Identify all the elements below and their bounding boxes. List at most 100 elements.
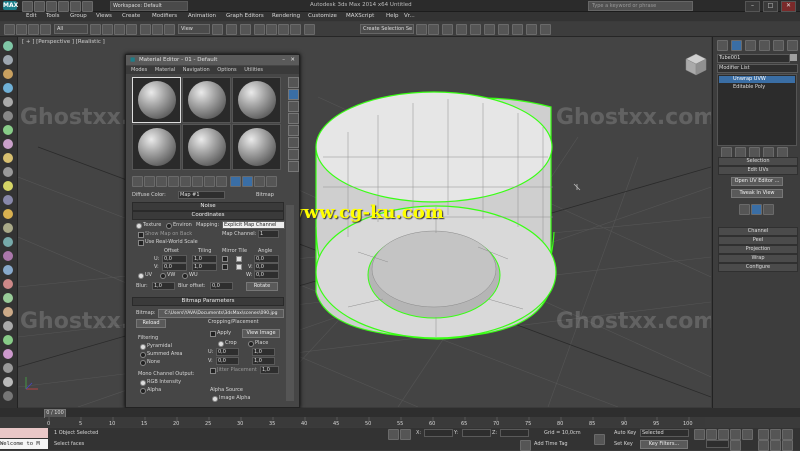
bitmap-path-button[interactable]: C:\Users\YAVA\Documents\3dsMax\scenes\09… bbox=[158, 309, 284, 318]
texture-radio[interactable] bbox=[136, 223, 142, 229]
rendered-frame-icon[interactable] bbox=[526, 24, 537, 35]
auto-key-button[interactable]: Auto Key bbox=[614, 430, 636, 436]
unlink-icon[interactable] bbox=[40, 24, 51, 35]
select-by-material-icon[interactable] bbox=[288, 161, 299, 172]
vw-radio[interactable] bbox=[160, 273, 166, 279]
maxscript-listener-output[interactable]: Welcome to M bbox=[0, 439, 48, 449]
object-name-field[interactable]: Tube001 bbox=[717, 54, 790, 63]
me-menu-modes[interactable]: Modes bbox=[131, 67, 147, 73]
open-uv-editor-button[interactable]: Open UV Editor ... bbox=[731, 177, 783, 186]
motion-tab-icon[interactable] bbox=[759, 40, 770, 51]
add-time-tag-label[interactable]: Add Time Tag bbox=[534, 441, 568, 447]
object-color-swatch[interactable] bbox=[790, 54, 797, 61]
menu-tools[interactable]: Tools bbox=[46, 12, 60, 21]
v-tiling-spinner[interactable]: 1,0 bbox=[192, 263, 217, 271]
wrap-rollout[interactable]: Wrap bbox=[718, 254, 798, 263]
sphere-tool-icon[interactable] bbox=[3, 55, 13, 65]
crop-radio[interactable] bbox=[218, 341, 224, 347]
torus-tool-icon[interactable] bbox=[3, 125, 13, 135]
nurbs-tool-icon[interactable] bbox=[3, 377, 13, 387]
wu-radio[interactable] bbox=[182, 273, 188, 279]
schematic-view-icon[interactable] bbox=[484, 24, 495, 35]
crop-v-spinner[interactable]: 0,0 bbox=[216, 357, 239, 365]
go-to-start-icon[interactable] bbox=[694, 429, 705, 440]
menu-graph-editors[interactable]: Graph Editors bbox=[226, 12, 264, 21]
orbit-icon[interactable] bbox=[782, 440, 793, 451]
bitmap-parameters-rollout[interactable]: Bitmap Parameters bbox=[132, 297, 284, 306]
channel-rollout[interactable]: Channel bbox=[718, 227, 798, 236]
time-config-icon[interactable] bbox=[730, 440, 741, 451]
blur-offset-spinner[interactable]: 0,0 bbox=[210, 282, 233, 290]
display-quick-map-gizmo-icon[interactable] bbox=[763, 204, 774, 215]
tube-tool-icon[interactable] bbox=[3, 111, 13, 121]
menu-help[interactable]: Help bbox=[386, 12, 399, 21]
key-selection-dropdown[interactable]: Selected bbox=[640, 429, 689, 437]
pyramidal-radio[interactable] bbox=[140, 344, 146, 350]
utilities-tab-icon[interactable] bbox=[787, 40, 798, 51]
selection-rollout[interactable]: Selection bbox=[718, 157, 798, 166]
environ-radio[interactable] bbox=[166, 223, 172, 229]
quick-map-align-icon[interactable] bbox=[751, 204, 762, 215]
window-crossing-icon[interactable] bbox=[126, 24, 137, 35]
box-tool-icon[interactable] bbox=[3, 83, 13, 93]
coordinates-rollout[interactable]: Coordinates bbox=[132, 211, 284, 220]
tweak-in-view-button[interactable]: Tweak In View bbox=[731, 189, 783, 198]
scale-icon[interactable] bbox=[164, 24, 175, 35]
u-offset-spinner[interactable]: 0,0 bbox=[162, 255, 187, 263]
x-coord-field[interactable] bbox=[424, 429, 453, 437]
search-input[interactable]: Type a keyword or phrase bbox=[588, 1, 693, 11]
menu-vray[interactable]: Vr... bbox=[404, 12, 415, 21]
maxscript-listener-input[interactable] bbox=[0, 428, 48, 438]
put-to-library-icon[interactable] bbox=[204, 176, 215, 187]
shapes-tool-icon[interactable] bbox=[3, 265, 13, 275]
dynamics-tool-icon[interactable] bbox=[3, 293, 13, 303]
sample-slot-4[interactable] bbox=[132, 124, 181, 170]
material-id-icon[interactable] bbox=[216, 176, 227, 187]
map-name-field[interactable]: Map #1 bbox=[178, 191, 225, 199]
get-material-icon[interactable] bbox=[132, 176, 143, 187]
absolute-mode-icon[interactable] bbox=[400, 429, 411, 440]
modify-tab-icon[interactable] bbox=[731, 40, 742, 51]
curve-editor-icon[interactable] bbox=[470, 24, 481, 35]
configure-rollout[interactable]: Configure bbox=[718, 263, 798, 272]
create-tab-icon[interactable] bbox=[717, 40, 728, 51]
go-forward-icon[interactable] bbox=[266, 176, 277, 187]
material-editor-titlebar[interactable]: ■ Material Editor - 01 - Default – ✕ bbox=[126, 55, 299, 65]
u-tiling-spinner[interactable]: 1,0 bbox=[192, 255, 217, 263]
pyramid-tool-icon[interactable] bbox=[3, 139, 13, 149]
cone-tool-icon[interactable] bbox=[3, 69, 13, 79]
redo-toolbar-icon[interactable] bbox=[16, 24, 27, 35]
view-image-button[interactable]: View Image bbox=[242, 329, 280, 338]
named-selection-dropdown[interactable]: Create Selection Se bbox=[360, 24, 414, 34]
menu-customize[interactable]: Customize bbox=[308, 12, 337, 21]
plane-tool-icon[interactable] bbox=[3, 167, 13, 177]
me-menu-options[interactable]: Options bbox=[217, 67, 236, 73]
edit-named-sets-icon[interactable] bbox=[304, 24, 315, 35]
teapot-tool-icon[interactable] bbox=[3, 153, 13, 163]
ref-coord-dropdown[interactable]: View bbox=[178, 24, 210, 34]
me-menu-material[interactable]: Material bbox=[155, 67, 175, 73]
select-object-icon[interactable] bbox=[90, 24, 101, 35]
zoom-extents-icon[interactable] bbox=[782, 429, 793, 440]
alpha-radio[interactable] bbox=[140, 388, 146, 394]
sample-slot-6[interactable] bbox=[232, 124, 281, 170]
key-filters-button[interactable]: Key Filters... bbox=[640, 440, 688, 449]
mirror-icon[interactable] bbox=[416, 24, 427, 35]
sample-type-icon[interactable] bbox=[288, 77, 299, 88]
show-map-on-back-checkbox[interactable] bbox=[138, 232, 144, 238]
viewcube-icon[interactable] bbox=[685, 53, 707, 76]
menu-animation[interactable]: Animation bbox=[188, 12, 216, 21]
pivot-center-icon[interactable] bbox=[212, 24, 223, 35]
perspective-viewport[interactable]: [ + ] [Perspective ] [Realistic ] Ghostx… bbox=[18, 37, 711, 407]
crop-h-spinner[interactable]: 1,0 bbox=[252, 357, 275, 365]
cylinder-tool-icon[interactable] bbox=[3, 97, 13, 107]
minimize-button[interactable]: – bbox=[745, 1, 760, 12]
keyboard-shortcut-icon[interactable] bbox=[240, 24, 251, 35]
link-icon[interactable] bbox=[28, 24, 39, 35]
snaps-toggle-icon[interactable] bbox=[254, 24, 265, 35]
quick-planar-map-icon[interactable] bbox=[739, 204, 750, 215]
z-coord-field[interactable] bbox=[500, 429, 529, 437]
summed-area-radio[interactable] bbox=[140, 352, 146, 358]
particles-tool-icon[interactable] bbox=[3, 251, 13, 261]
apply-checkbox[interactable] bbox=[210, 331, 216, 337]
